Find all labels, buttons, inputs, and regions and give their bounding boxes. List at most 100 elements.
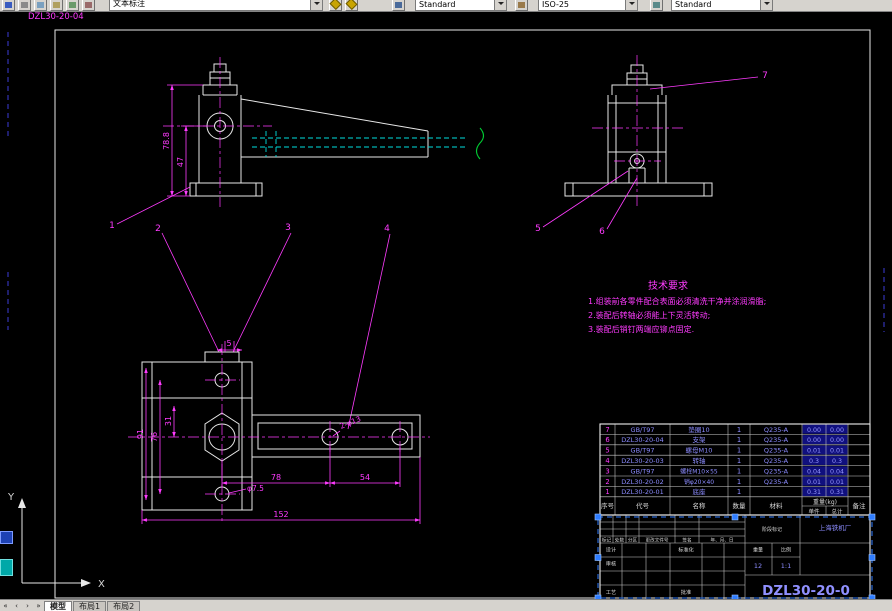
stage-label: 阶段标记 [762, 526, 782, 533]
bom-cell: 1 [605, 488, 609, 496]
tech-req-line-1: 1.组装前各零件配合表面必须清洗干净并涂润滑脂; [588, 296, 766, 306]
title-block[interactable]: 标记 处数 分区 更改文件号 签名 年、月、日 设计 审核 工艺 标准化 批准 … [599, 514, 871, 601]
bom-table[interactable]: 7 GB/T97 垫圈10 1 Q235-A 0.00 0.00 6 DZL30… [599, 423, 871, 516]
dim-style-icon[interactable] [392, 0, 405, 11]
dim-top-h2[interactable]: 76 [150, 432, 159, 442]
bom-cell: 0.31 [807, 489, 821, 496]
balloon-4[interactable]: 4 [384, 224, 390, 234]
tab-nav-prev-icon[interactable]: ‹ [11, 601, 22, 611]
bom-cell: 0.00 [830, 437, 844, 444]
bom-cell: 0.01 [807, 479, 821, 486]
bom-cell: 0.00 [830, 427, 844, 434]
rev-date-label: 年、月、日 [711, 536, 734, 543]
tab-nav-next-icon[interactable]: › [22, 601, 33, 611]
grip-handle[interactable] [731, 513, 739, 521]
sheet-label[interactable]: DZL30-20-04 [28, 12, 84, 22]
tab-layout2[interactable]: 布局2 [107, 601, 141, 611]
balloon-3[interactable]: 3 [285, 223, 291, 233]
drawing-canvas[interactable]: DZL30-20-04 78.8 47 1 2 3 4 5 6 7 技术要求 1… [0, 0, 892, 611]
bom-cell: Q235-A [764, 478, 789, 486]
style-icon-2[interactable] [345, 0, 358, 11]
balloon-7[interactable]: 7 [762, 71, 768, 81]
chevron-down-icon[interactable] [625, 0, 637, 10]
balloon-1[interactable]: 1 [109, 221, 115, 231]
toolbar-icon-1[interactable] [2, 0, 15, 11]
dim-hole-small[interactable]: φ7.5 [247, 484, 264, 493]
bom-cell: 1 [737, 436, 741, 444]
bom-cell: 0.3 [809, 458, 819, 465]
weight-value: 12 [754, 562, 762, 570]
dim-top-h1[interactable]: 91 [136, 429, 145, 439]
sig-review-label: 审核 [606, 560, 616, 568]
bom-cell: DZL30-20-02 [621, 478, 664, 486]
taskbar-icon-blue[interactable] [0, 531, 13, 544]
tab-nav-first-icon[interactable]: « [0, 601, 11, 611]
balloon-5[interactable]: 5 [535, 224, 541, 234]
dim-top-h3[interactable]: 31 [164, 416, 173, 426]
grip-handle[interactable] [868, 513, 876, 521]
text-style-dropdown[interactable]: 文本标注 [109, 0, 323, 11]
ucs-icon: Y X [7, 492, 105, 590]
balloon-leaders[interactable]: 1 2 3 4 5 6 7 [109, 71, 768, 430]
toolbar-icon-4[interactable] [50, 0, 63, 11]
x-axis-label: X [98, 579, 105, 590]
tab-model[interactable]: 模型 [44, 601, 72, 611]
toolbar-icon-2[interactable] [18, 0, 31, 11]
tab-nav-last-icon[interactable]: » [33, 601, 44, 611]
bom-header-weight: 重量(kg) [813, 498, 837, 506]
table-style-icon[interactable] [650, 0, 663, 11]
dim-hole-pair[interactable]: 2-φ13 [338, 414, 362, 431]
bom-cell: 螺栓M10×55 [680, 467, 718, 475]
bom-cell: 底座 [693, 487, 707, 496]
dim-style-dropdown[interactable]: Standard [415, 0, 507, 11]
dim-top-a[interactable]: 78 [271, 473, 281, 482]
balloon-2[interactable]: 2 [155, 224, 161, 234]
bom-cell: DZL30-20-01 [621, 488, 664, 496]
taskbar-icon-teal[interactable] [0, 559, 13, 576]
toolbar-icon-3[interactable] [34, 0, 47, 11]
part-number: DZL30-20-0 [762, 583, 850, 599]
toolbar-icon-5[interactable] [66, 0, 79, 11]
tech-req-line-3: 3.装配后销钉两端应铆点固定. [588, 324, 694, 334]
table-style-dropdown[interactable]: Standard [671, 0, 773, 11]
chevron-down-icon[interactable] [310, 0, 322, 10]
top-view[interactable]: 78 54 152 91 76 31 5 φ7.5 2-φ13 [128, 339, 430, 524]
tab-layout1[interactable]: 布局1 [73, 601, 107, 611]
grip-handle[interactable] [594, 554, 602, 561]
bom-cell: 0.00 [807, 427, 821, 434]
tolerance-style-icon[interactable] [515, 0, 528, 11]
dim-style-value: Standard [419, 0, 456, 9]
tech-req-title: 技术要求 [648, 279, 688, 292]
balloon-6[interactable]: 6 [599, 227, 605, 237]
bom-cell: Q235-A [764, 467, 789, 475]
bom-cell: 4 [605, 457, 609, 465]
dim-side-hole[interactable]: 47 [176, 157, 185, 167]
scale-value: 1:1 [781, 562, 791, 570]
sig-process-label: 工艺 [606, 589, 616, 596]
dim-side-height[interactable]: 78.8 [162, 132, 171, 150]
bom-cell: DZL30-20-04 [621, 436, 664, 444]
technical-requirements[interactable]: 技术要求 1.组装前各零件配合表面必须清洗干净并涂润滑脂; 2.装配后转轴必须能… [588, 279, 766, 334]
chevron-down-icon[interactable] [494, 0, 506, 10]
weight-label: 重量 [753, 547, 763, 554]
x-axis-arrow [81, 579, 91, 587]
grip-handle[interactable] [868, 554, 876, 561]
bom-cell: 1 [737, 488, 741, 496]
toolbar-icon-6[interactable] [82, 0, 95, 11]
front-view[interactable] [564, 55, 713, 207]
chevron-down-icon[interactable] [760, 0, 772, 10]
dim-top-s[interactable]: 5 [226, 339, 231, 348]
dim-top-len[interactable]: 152 [273, 510, 288, 519]
style-icon-1[interactable] [329, 0, 342, 11]
bom-header-unit: 单件 [808, 508, 820, 516]
side-view[interactable]: 78.8 47 [162, 57, 485, 207]
bom-header-code: 代号 [636, 501, 650, 510]
bom-header-no: 序号 [601, 501, 615, 510]
bom-cell: DZL30-20-03 [621, 457, 664, 465]
drawing-frame [54, 29, 871, 599]
dim-top-b[interactable]: 54 [360, 473, 370, 482]
bom-header-total: 总计 [831, 508, 843, 516]
tolerance-style-dropdown[interactable]: ISO-25 [538, 0, 638, 11]
bom-cell: 1 [737, 447, 741, 455]
grip-handle[interactable] [594, 513, 602, 521]
